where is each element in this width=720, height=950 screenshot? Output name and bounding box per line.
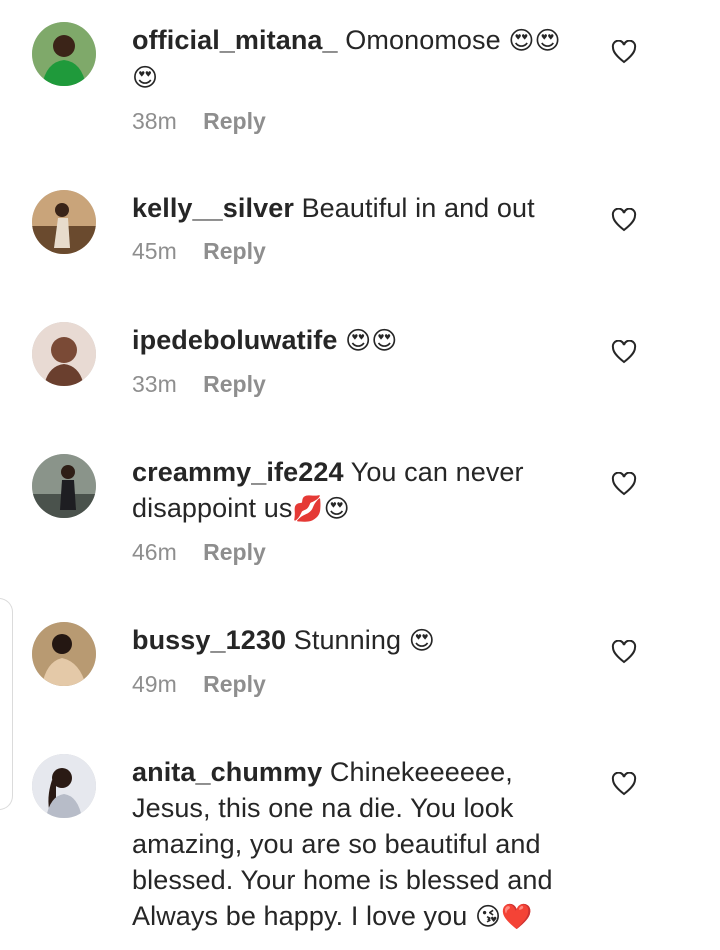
- username[interactable]: creammy_ife224: [132, 457, 344, 487]
- username[interactable]: anita_chummy: [132, 757, 322, 787]
- comment-meta: 33m Reply: [132, 369, 582, 399]
- comment-text: ipedeboluwatife 😍😍: [132, 322, 582, 359]
- emoji: 😍: [408, 626, 435, 655]
- avatar[interactable]: [32, 454, 96, 518]
- reply-button[interactable]: Reply: [203, 106, 266, 136]
- heart-outline-icon[interactable]: [611, 772, 637, 796]
- username[interactable]: official_mitana_: [132, 25, 338, 55]
- reply-button[interactable]: Reply: [203, 236, 266, 266]
- comment-meta: 38m Reply: [132, 106, 582, 136]
- side-panel-edge: [0, 598, 13, 810]
- heart-outline-icon[interactable]: [611, 40, 637, 64]
- heart-outline-icon[interactable]: [611, 472, 637, 496]
- comment-text: bussy_1230 Stunning 😍: [132, 622, 582, 659]
- avatar[interactable]: [32, 22, 96, 86]
- avatar[interactable]: [32, 322, 96, 386]
- timestamp: 49m: [132, 671, 177, 697]
- emoji: 💋😍: [292, 494, 350, 523]
- heart-outline-icon[interactable]: [611, 340, 637, 364]
- comment-meta: 46m Reply: [132, 537, 582, 567]
- avatar[interactable]: [32, 754, 96, 818]
- comment-meta: 49m Reply: [132, 669, 582, 699]
- comment-text: official_mitana_ Omonomose 😍😍😍: [132, 22, 582, 96]
- comment-text: anita_chummy Chinekeeeeee, Jesus, this o…: [132, 754, 582, 935]
- comment-message: Stunning: [293, 625, 402, 655]
- reply-button[interactable]: Reply: [203, 537, 266, 567]
- comment-text: kelly__silver Beautiful in and out: [132, 190, 582, 226]
- timestamp: 46m: [132, 539, 177, 565]
- comment-message: Omonomose: [345, 25, 501, 55]
- username[interactable]: ipedeboluwatife: [132, 325, 338, 355]
- avatar[interactable]: [32, 622, 96, 686]
- comment-meta: 45m Reply: [132, 236, 582, 266]
- heart-outline-icon[interactable]: [611, 208, 637, 232]
- username[interactable]: bussy_1230: [132, 625, 286, 655]
- timestamp: 33m: [132, 371, 177, 397]
- emoji: 😍😍: [345, 326, 398, 355]
- avatar[interactable]: [32, 190, 96, 254]
- heart-outline-icon[interactable]: [611, 640, 637, 664]
- comment-text: creammy_ife224 You can never disappoint …: [132, 454, 582, 527]
- timestamp: 45m: [132, 238, 177, 264]
- timestamp: 38m: [132, 108, 177, 134]
- reply-button[interactable]: Reply: [203, 369, 266, 399]
- username[interactable]: kelly__silver: [132, 193, 294, 223]
- reply-button[interactable]: Reply: [203, 669, 266, 699]
- comment-message: Beautiful in and out: [301, 193, 535, 223]
- emoji: 😘❤️: [475, 902, 533, 931]
